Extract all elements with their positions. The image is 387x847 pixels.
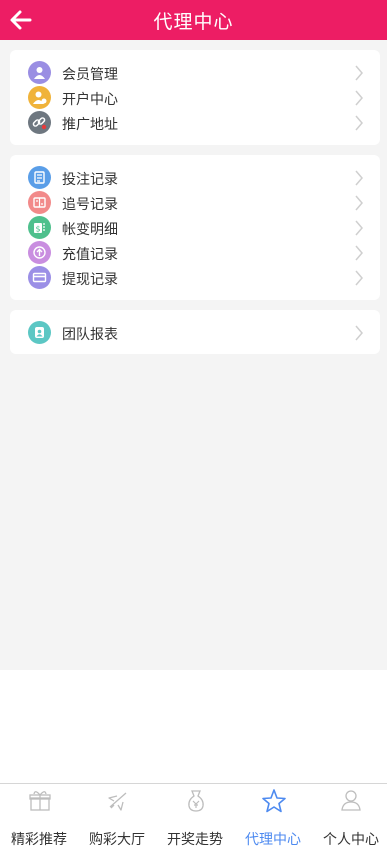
tab-lottery-hall[interactable]: 购彩大厅 [78, 784, 156, 847]
user-icon [341, 790, 361, 811]
menu-item-label: 提现记录 [62, 271, 118, 287]
chase-number-icon [28, 191, 51, 214]
back-arrow-icon[interactable] [8, 7, 34, 33]
bet-record-icon [28, 166, 51, 189]
open-account-icon [28, 86, 51, 109]
menu-item-account-change[interactable]: $ 帐变明细 [10, 215, 380, 240]
chevron-right-icon [355, 115, 363, 131]
menu-item-label: 团队报表 [62, 326, 118, 342]
tab-label: 精彩推荐 [11, 831, 67, 847]
chevron-right-icon [355, 195, 363, 211]
tab-draw-trend[interactable]: 开奖走势 [156, 784, 234, 847]
menu-item-promo-link[interactable]: 推广地址 [10, 110, 380, 135]
chevron-right-icon [355, 325, 363, 341]
tab-recommend[interactable]: 精彩推荐 [0, 784, 78, 847]
menu-item-recharge-record[interactable]: 充值记录 [10, 240, 380, 265]
chevron-right-icon [355, 220, 363, 236]
menu-item-bet-record[interactable]: 投注记录 [10, 165, 380, 190]
tab-label: 购彩大厅 [89, 831, 145, 847]
plane-icon [108, 792, 127, 811]
main-content: 会员管理 开户中心 推广地址 投注记录 追号记录 $ 帐变明细 充值记录 提现记… [0, 40, 387, 670]
star-icon [262, 789, 286, 813]
chevron-right-icon [355, 245, 363, 261]
menu-item-label: 帐变明细 [62, 221, 118, 237]
link-icon [28, 111, 51, 134]
menu-item-label: 追号记录 [62, 196, 118, 212]
top-bar: 代理中心 [0, 0, 387, 40]
account-change-icon: $ [28, 216, 51, 239]
menu-item-label: 投注记录 [62, 171, 118, 187]
card-records: 投注记录 追号记录 $ 帐变明细 充值记录 提现记录 [10, 155, 380, 300]
chevron-right-icon [355, 65, 363, 81]
trophy-icon [188, 790, 204, 812]
tab-agent-center[interactable]: 代理中心 [234, 784, 312, 847]
menu-item-withdraw-record[interactable]: 提现记录 [10, 265, 380, 290]
chevron-right-icon [355, 90, 363, 106]
card-agent-management: 会员管理 开户中心 推广地址 [10, 50, 380, 145]
svg-text:$: $ [35, 225, 40, 234]
chevron-right-icon [355, 270, 363, 286]
recharge-icon [28, 241, 51, 264]
chevron-right-icon [355, 170, 363, 186]
menu-item-label: 充值记录 [62, 246, 118, 262]
team-report-icon [28, 321, 51, 344]
tab-label: 个人中心 [323, 831, 379, 847]
menu-item-open-account[interactable]: 开户中心 [10, 85, 380, 110]
card-team: 团队报表 [10, 310, 380, 354]
tab-label: 开奖走势 [167, 831, 223, 847]
gift-icon [29, 791, 51, 811]
menu-item-member-management[interactable]: 会员管理 [10, 60, 380, 85]
tab-personal-center[interactable]: 个人中心 [312, 784, 387, 847]
menu-item-chase-record[interactable]: 追号记录 [10, 190, 380, 215]
withdraw-icon [28, 266, 51, 289]
tab-label: 代理中心 [245, 831, 301, 847]
menu-item-label: 推广地址 [62, 116, 118, 132]
page-title: 代理中心 [153, 11, 234, 33]
menu-item-label: 会员管理 [62, 66, 118, 82]
bottom-tab-bar: 精彩推荐 购彩大厅 开奖走势 代理中心 个人中心 [0, 783, 387, 847]
members-icon [28, 61, 51, 84]
menu-item-team-report[interactable]: 团队报表 [10, 320, 380, 345]
menu-item-label: 开户中心 [62, 91, 118, 107]
